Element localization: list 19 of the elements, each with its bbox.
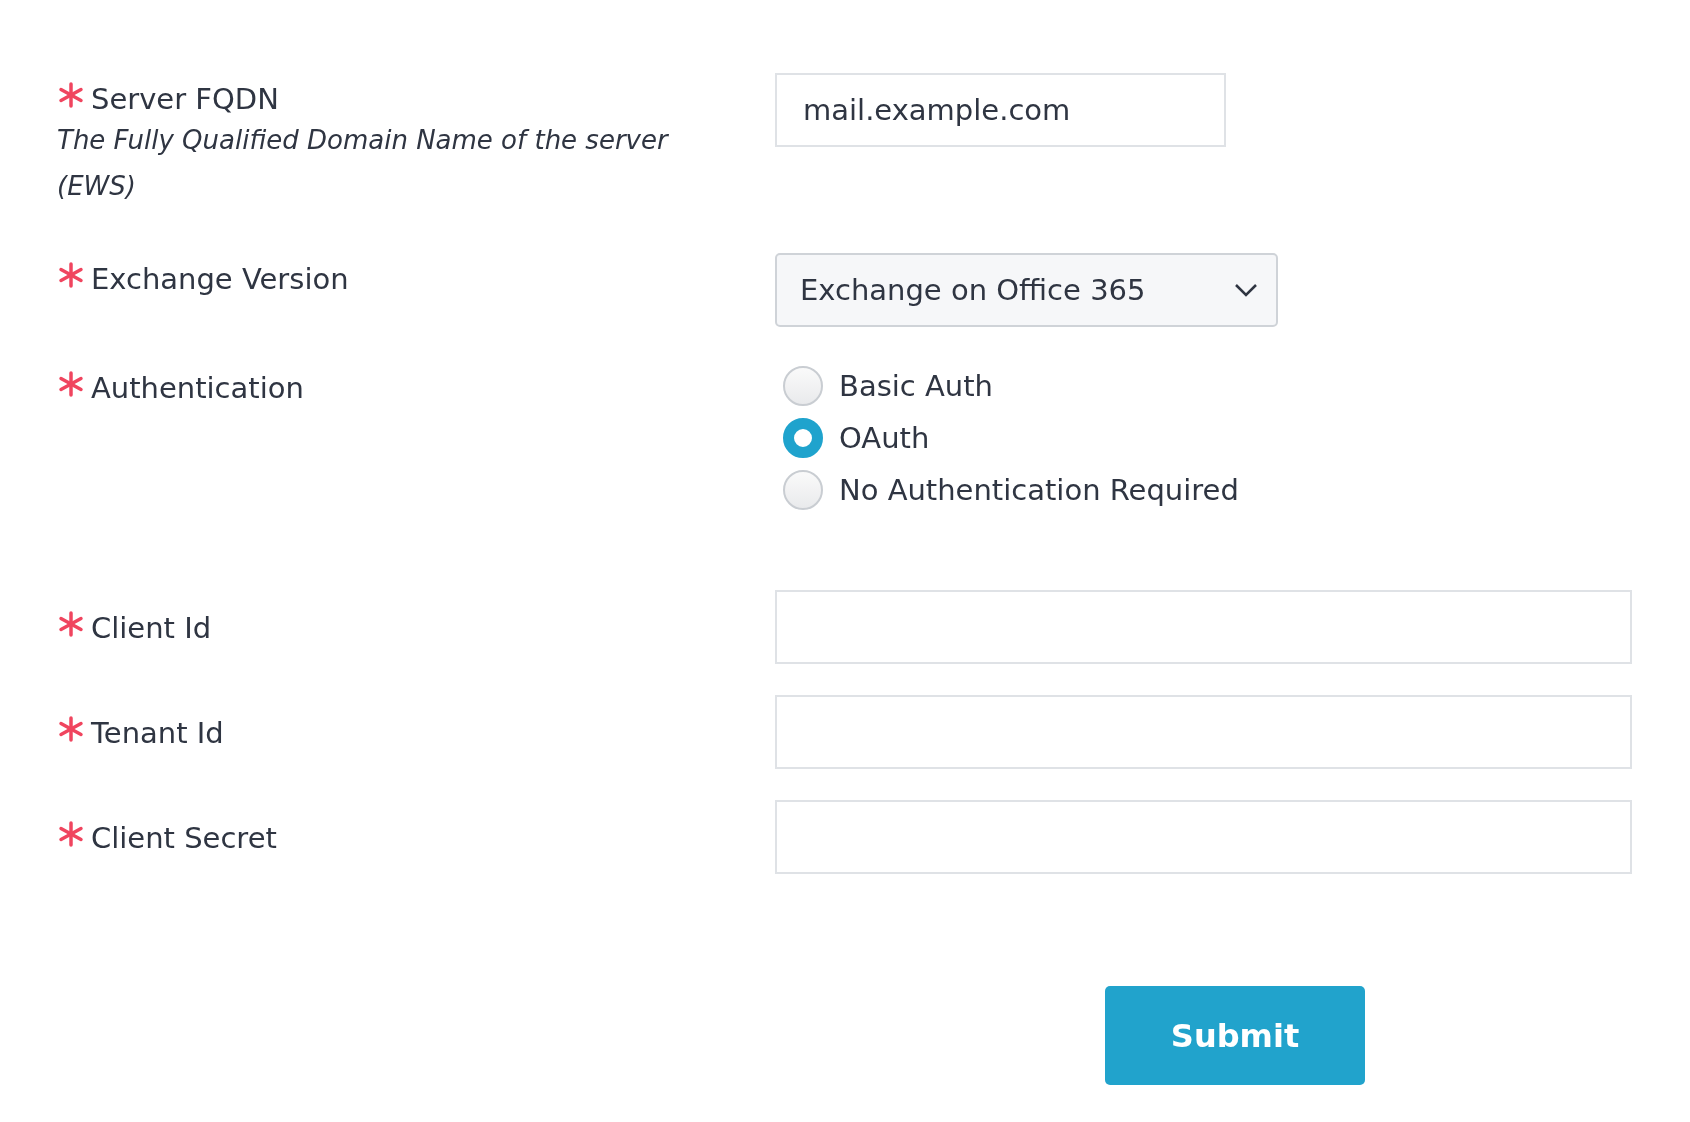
text-field[interactable] <box>775 590 1632 664</box>
field-label: Tenant Id <box>91 715 224 751</box>
radio-button[interactable] <box>783 418 823 458</box>
field-label: Client Id <box>91 610 212 646</box>
text-field[interactable] <box>775 695 1632 769</box>
radio-label: No Authentication Required <box>839 472 1239 509</box>
field-label: Client Secret <box>91 820 277 856</box>
field-label: Authentication <box>91 370 304 406</box>
radio-label: Basic Auth <box>839 368 993 405</box>
text-field[interactable]: mail.example.com <box>775 73 1226 147</box>
field-label: Exchange Version <box>91 261 349 297</box>
radio-button[interactable] <box>783 470 823 510</box>
chevron-down-icon <box>1234 283 1258 297</box>
radio-label: OAuth <box>839 420 930 457</box>
version-dropdown[interactable]: Exchange on Office 365 <box>775 253 1278 327</box>
field-description: The Fully Qualified Domain Name of the server (EWS) <box>57 124 670 203</box>
field-label: Server FQDN <box>91 81 279 117</box>
text-field[interactable] <box>775 800 1632 874</box>
radio-button[interactable] <box>783 366 823 406</box>
